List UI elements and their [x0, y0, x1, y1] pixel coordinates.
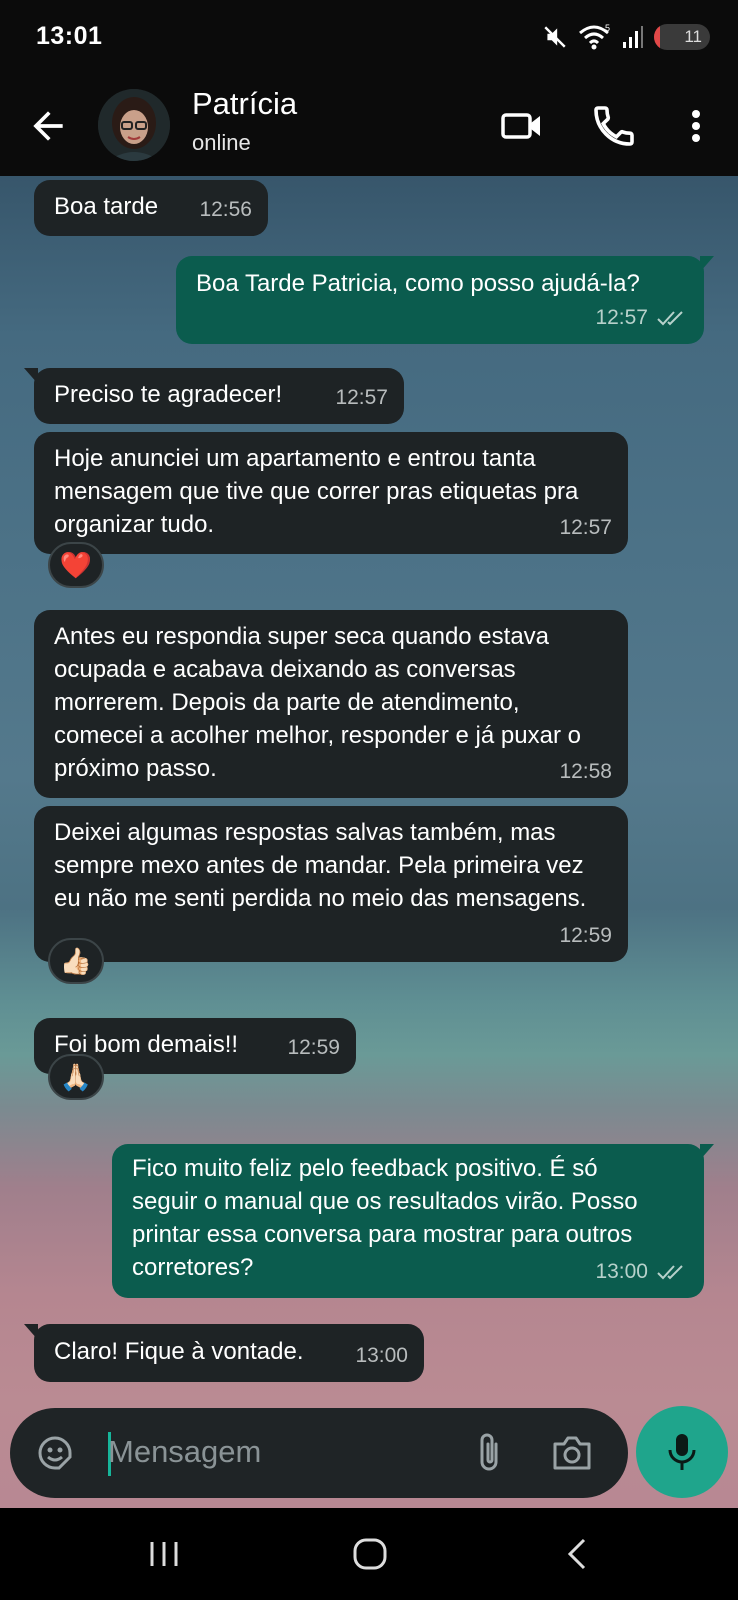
message-text: Boa tarde [54, 193, 159, 220]
sticker-icon[interactable] [34, 1432, 76, 1474]
message-incoming[interactable]: Boa tarde 12:56 [34, 180, 268, 236]
battery-fill [654, 24, 661, 50]
message-text: Preciso te agradecer! [54, 381, 283, 408]
message-outgoing[interactable]: Boa Tarde Patricia, como posso ajudá-la?… [176, 256, 714, 344]
message-time: 12:57 [595, 306, 648, 329]
message-text: Antes eu respondia super seca quando est… [54, 623, 581, 782]
camera-icon[interactable] [550, 1432, 594, 1474]
message-time: 12:56 [199, 198, 252, 221]
phone-icon[interactable] [590, 102, 638, 150]
arrow-left-icon[interactable] [26, 104, 70, 148]
message-text: Deixei algumas respostas salvas também, … [54, 819, 587, 912]
message-incoming[interactable]: Hoje anunciei um apartamento e entrou ta… [34, 432, 628, 554]
status-icons: 5 11 [542, 22, 710, 52]
message-outgoing[interactable]: Fico muito feliz pelo feedback positivo.… [112, 1144, 714, 1298]
chat-header: Patrícia online [0, 76, 738, 176]
mute-icon [544, 26, 566, 48]
message-text: Boa Tarde Patricia, como posso ajudá-la? [196, 270, 640, 297]
double-check-icon [657, 1264, 683, 1279]
message-time: 12:58 [559, 760, 612, 783]
chat-area[interactable]: Boa tarde 12:56 Boa Tarde Patricia, como… [0, 176, 738, 1508]
message-time: 12:57 [559, 516, 612, 539]
home-icon[interactable] [350, 1534, 390, 1574]
double-check-icon [657, 310, 683, 325]
video-camera-icon[interactable] [498, 102, 546, 150]
message-composer[interactable]: Mensagem [10, 1408, 628, 1498]
message-time: 13:00 [595, 1260, 648, 1283]
signal-icon [623, 26, 643, 48]
avatar[interactable] [98, 89, 170, 161]
message-reaction[interactable]: 🙏🏻 [48, 1054, 104, 1100]
message-reaction[interactable]: 👍🏻 [48, 938, 104, 984]
message-text: Fico muito feliz pelo feedback positivo.… [132, 1155, 638, 1281]
microphone-button[interactable] [636, 1406, 728, 1498]
message-incoming[interactable]: Deixei algumas respostas salvas também, … [34, 806, 628, 962]
message-incoming[interactable]: Claro! Fique à vontade. 13:00 [24, 1324, 424, 1382]
message-incoming[interactable]: Antes eu respondia super seca quando est… [34, 610, 628, 798]
status-bar: 13:01 5 11 [0, 0, 738, 76]
svg-text:5: 5 [605, 23, 610, 33]
contact-name[interactable]: Patrícia [192, 86, 297, 122]
battery-indicator: 11 [654, 24, 710, 50]
message-input[interactable]: Mensagem [108, 1434, 261, 1470]
message-reaction[interactable]: ❤️ [48, 542, 104, 588]
nav-back-icon[interactable] [560, 1534, 596, 1574]
message-text: Claro! Fique à vontade. [54, 1338, 304, 1365]
avatar-image [98, 89, 170, 161]
recents-icon[interactable] [146, 1536, 182, 1572]
message-incoming[interactable]: Preciso te agradecer! 12:57 [24, 368, 404, 424]
contact-status: online [192, 130, 251, 155]
navigation-bar [0, 1508, 738, 1600]
paperclip-icon[interactable] [468, 1430, 510, 1476]
message-time: 13:00 [355, 1344, 408, 1367]
battery-level: 11 [684, 27, 702, 46]
message-time: 12:59 [559, 924, 612, 947]
message-time: 12:59 [287, 1036, 340, 1059]
message-time: 12:57 [335, 386, 388, 409]
more-vertical-icon[interactable] [672, 102, 720, 150]
microphone-icon [668, 1434, 696, 1470]
status-time: 13:01 [36, 22, 103, 50]
wifi-icon: 5 [579, 23, 610, 50]
message-text: Hoje anunciei um apartamento e entrou ta… [54, 445, 579, 538]
